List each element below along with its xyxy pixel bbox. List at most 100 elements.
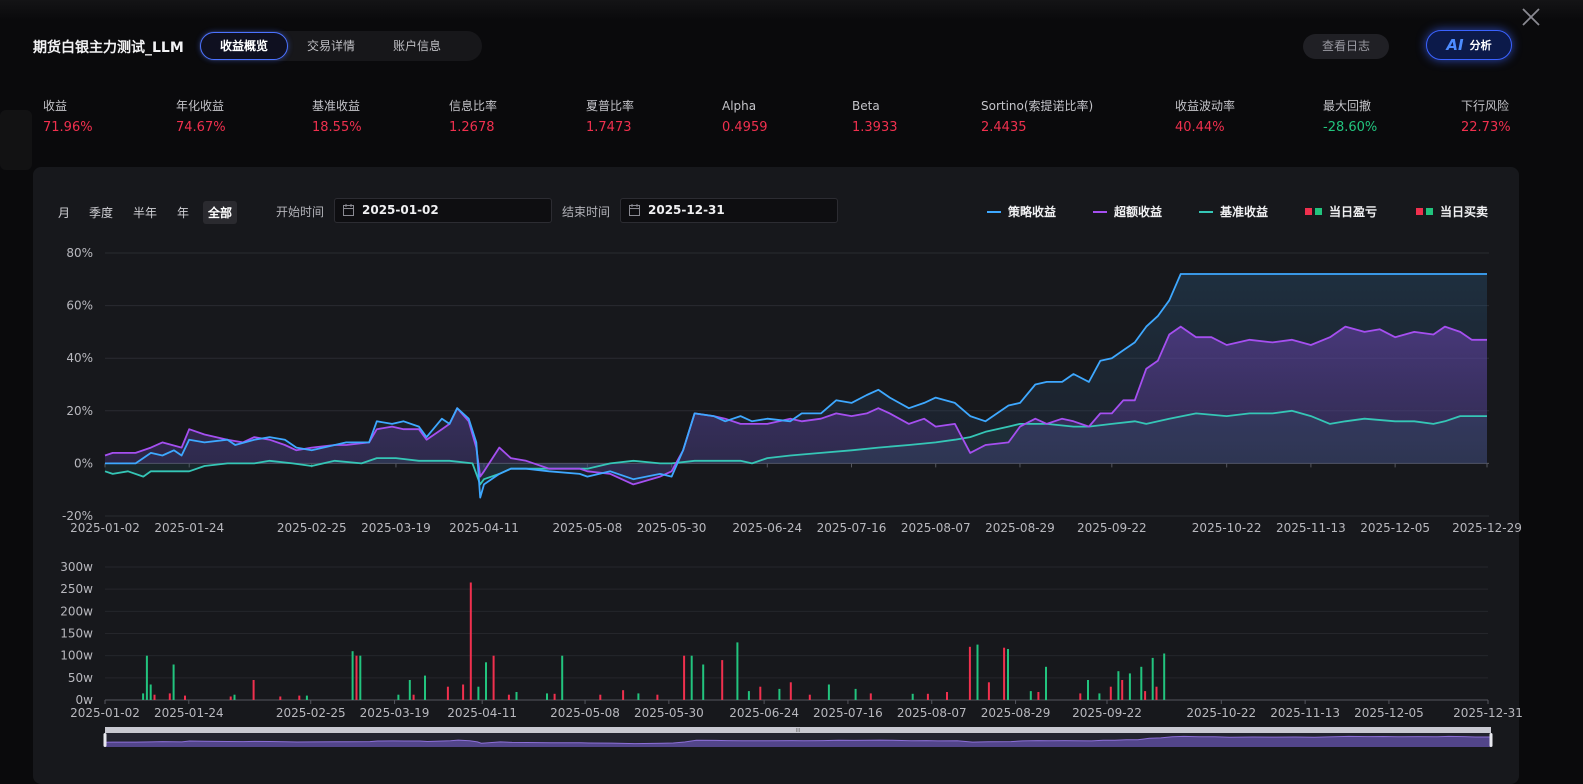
bar: [233, 694, 236, 700]
bar: [778, 688, 781, 700]
x-tick-label: 2025-12-31: [1453, 706, 1523, 720]
x-tick-label: 2025-05-30: [637, 521, 707, 535]
x-tick-label: 2025-11-13: [1270, 706, 1340, 720]
bar: [854, 688, 857, 700]
bar: [469, 582, 472, 700]
x-tick-label: 2025-03-19: [361, 521, 431, 535]
y-tick-label: 0%: [74, 456, 93, 470]
bar: [1037, 692, 1040, 700]
bar: [515, 692, 518, 700]
x-tick-label: 2025-10-22: [1192, 521, 1262, 535]
bar: [1117, 671, 1120, 700]
bar: [507, 694, 510, 700]
bar: [1144, 691, 1147, 700]
bar: [976, 644, 979, 700]
bar: [298, 695, 301, 700]
x-tick-label: 2025-03-19: [360, 706, 430, 720]
bar: [1079, 693, 1082, 700]
bar: [145, 655, 148, 700]
bar: [1029, 691, 1032, 700]
x-tick-label: 2025-05-08: [552, 521, 622, 535]
x-tick-label: 2025-09-22: [1072, 706, 1142, 720]
bar: [622, 690, 625, 700]
x-tick-label: 2025-01-24: [154, 706, 224, 720]
y-tick-label: 0w: [76, 693, 94, 707]
bar: [721, 660, 724, 700]
x-tick-label: 2025-02-25: [277, 521, 347, 535]
bar: [1098, 693, 1101, 700]
bar: [911, 693, 914, 700]
y-tick-label: 40%: [66, 351, 93, 365]
bar: [229, 696, 232, 700]
bar: [184, 695, 186, 700]
bar: [168, 693, 171, 700]
bar: [1163, 653, 1166, 700]
bar: [702, 664, 705, 700]
bar: [1003, 647, 1006, 700]
bar: [789, 682, 792, 700]
x-tick-label: 2025-05-08: [550, 706, 620, 720]
bar: [1007, 649, 1009, 700]
bar: [351, 651, 354, 700]
bar: [827, 684, 830, 700]
y-tick-label: 60%: [66, 299, 93, 313]
bar: [355, 655, 358, 700]
bar: [462, 684, 465, 700]
y-tick-label: 300w: [60, 560, 93, 574]
y-tick-label: 100w: [60, 649, 93, 663]
bar: [1087, 680, 1089, 700]
x-tick-label: 2025-02-25: [276, 706, 346, 720]
x-tick-label: 2025-07-16: [813, 706, 883, 720]
bar: [142, 693, 145, 700]
x-tick-label: 2025-10-22: [1186, 706, 1256, 720]
bar: [683, 655, 686, 700]
bar: [412, 694, 415, 700]
bar: [305, 695, 308, 700]
bar: [1128, 673, 1131, 700]
x-tick-label: 2025-09-22: [1077, 521, 1147, 535]
bar: [359, 655, 362, 700]
y-tick-label: 150w: [60, 627, 93, 641]
bar: [808, 694, 811, 700]
bar: [546, 693, 548, 700]
x-tick-label: 2025-06-24: [729, 706, 799, 720]
bar: [397, 694, 400, 700]
bar: [1151, 657, 1154, 700]
bar: [553, 693, 556, 700]
zoom-handle-right: [1489, 733, 1493, 747]
x-tick-label: 2025-07-16: [817, 521, 887, 535]
x-tick-label: 2025-08-29: [985, 521, 1055, 535]
bar: [1121, 680, 1124, 700]
bar: [637, 693, 640, 700]
y-tick-label: 80%: [66, 246, 93, 260]
bar: [946, 692, 948, 700]
x-tick-label: 2025-01-02: [70, 706, 140, 720]
x-tick-label: 2025-12-05: [1360, 521, 1430, 535]
x-tick-label: 2025-08-07: [901, 521, 971, 535]
bar: [987, 682, 990, 700]
bar: [599, 694, 602, 700]
bar: [968, 646, 971, 700]
bar: [1155, 686, 1158, 700]
bar: [492, 655, 495, 700]
x-tick-label: 2025-05-30: [634, 706, 704, 720]
bar: [747, 691, 750, 700]
x-tick-label: 2025-06-24: [732, 521, 802, 535]
bar: [149, 684, 152, 700]
x-tick-label: 2025-12-05: [1354, 706, 1424, 720]
bar: [252, 680, 255, 700]
bar: [446, 686, 449, 700]
bar: [736, 642, 739, 700]
bar: [424, 675, 426, 700]
bar: [1140, 666, 1143, 701]
bar: [477, 686, 480, 700]
x-tick-label: 2025-01-02: [70, 521, 140, 535]
zoom-drag-handle: III: [796, 728, 800, 734]
bar: [561, 655, 564, 700]
x-tick-label: 2025-08-29: [981, 706, 1051, 720]
x-tick-label: 2025-04-11: [449, 521, 519, 535]
bar: [279, 696, 282, 700]
x-tick-label: 2025-01-24: [154, 521, 224, 535]
x-tick-label: 2025-04-11: [447, 706, 517, 720]
bar: [153, 694, 156, 700]
